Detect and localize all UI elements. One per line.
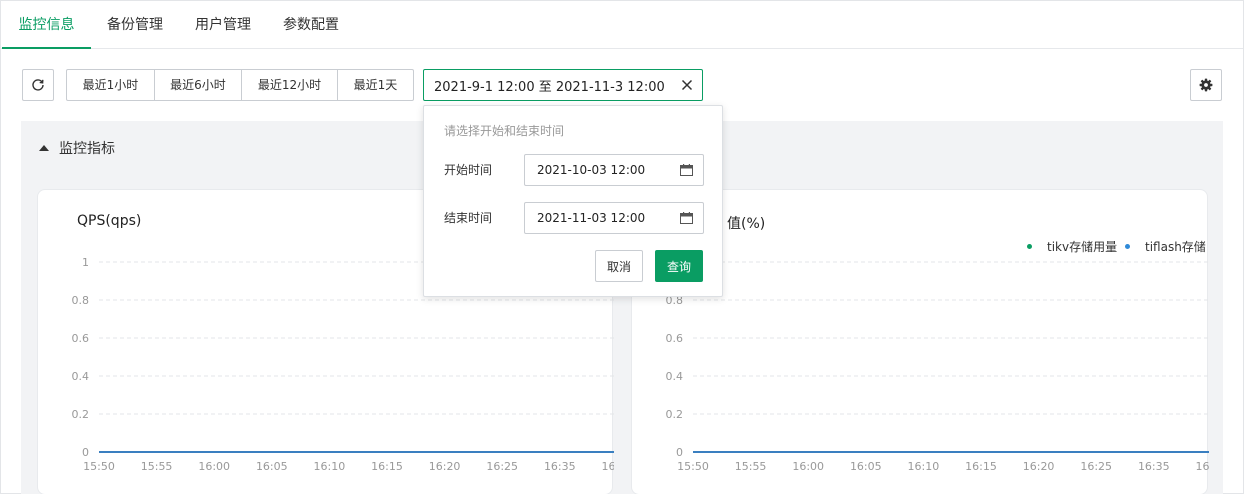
x-tick-label: 16:40 xyxy=(1196,460,1209,473)
start-time-input[interactable]: 2021-10-03 12:00 xyxy=(524,154,704,186)
x-tick-label: 15:55 xyxy=(141,460,173,473)
gear-icon xyxy=(1199,78,1213,92)
start-time-label: 开始时间 xyxy=(444,163,493,177)
y-tick-label: 0.2 xyxy=(72,408,90,421)
x-tick-label: 16:35 xyxy=(544,460,576,473)
calendar-icon[interactable] xyxy=(680,164,693,176)
x-tick-label: 16:05 xyxy=(850,460,882,473)
y-tick-label: 0.6 xyxy=(72,332,90,345)
x-tick-label: 16:00 xyxy=(198,460,230,473)
settings-button[interactable] xyxy=(1190,69,1222,101)
panel-title: 监控指标 xyxy=(59,141,115,157)
active-tab-indicator xyxy=(2,47,91,49)
start-time-value: 2021-10-03 12:00 xyxy=(537,163,646,177)
x-tick-label: 16:15 xyxy=(371,460,403,473)
end-time-value: 2021-11-03 12:00 xyxy=(537,211,646,225)
y-tick-label: 0.6 xyxy=(666,332,684,345)
caret-up-icon xyxy=(39,145,49,151)
refresh-button[interactable] xyxy=(22,69,54,101)
range-12h-button[interactable]: 最近12小时 xyxy=(242,70,338,100)
end-time-input[interactable]: 2021-11-03 12:00 xyxy=(524,202,704,234)
y-tick-label: 0 xyxy=(676,446,683,459)
x-tick-label: 16:25 xyxy=(1080,460,1112,473)
x-tick-label: 16:35 xyxy=(1138,460,1170,473)
x-tick-label: 16:00 xyxy=(792,460,824,473)
x-tick-label: 16:20 xyxy=(429,460,461,473)
tab-params[interactable]: 参数配置 xyxy=(267,1,355,49)
x-tick-label: 16:10 xyxy=(314,460,346,473)
x-tick-label: 16:15 xyxy=(965,460,997,473)
y-tick-label: 0 xyxy=(82,446,89,459)
cancel-button[interactable]: 取消 xyxy=(595,250,643,282)
x-tick-label: 16:25 xyxy=(486,460,518,473)
range-1h-button[interactable]: 最近1小时 xyxy=(67,70,155,100)
quick-range-group: 最近1小时 最近6小时 最近12小时 最近1天 xyxy=(66,69,414,101)
popover-hint: 请选择开始和结束时间 xyxy=(444,124,565,138)
y-tick-label: 0.4 xyxy=(666,370,684,383)
refresh-icon xyxy=(32,79,44,91)
tab-backup[interactable]: 备份管理 xyxy=(91,1,179,49)
x-tick-label: 16:10 xyxy=(908,460,940,473)
tab-bar: 监控信息 备份管理 用户管理 参数配置 xyxy=(1,1,1243,49)
end-time-label: 结束时间 xyxy=(444,211,493,225)
date-range-popover: 请选择开始和结束时间 开始时间 2021-10-03 12:00 结束时间 20… xyxy=(423,105,723,297)
y-tick-label: 0.2 xyxy=(666,408,684,421)
tab-monitoring[interactable]: 监控信息 xyxy=(2,1,91,49)
x-tick-label: 16:05 xyxy=(256,460,288,473)
x-tick-label: 16:20 xyxy=(1023,460,1055,473)
tab-users[interactable]: 用户管理 xyxy=(179,1,267,49)
y-tick-label: 0.4 xyxy=(72,370,90,383)
metrics-panel-header[interactable]: 监控指标 xyxy=(39,137,115,159)
x-tick-label: 15:55 xyxy=(735,460,767,473)
close-icon[interactable] xyxy=(680,78,694,92)
query-button[interactable]: 查询 xyxy=(655,250,703,282)
range-6h-button[interactable]: 最近6小时 xyxy=(155,70,242,100)
range-1d-button[interactable]: 最近1天 xyxy=(338,70,413,100)
x-tick-label: 15:50 xyxy=(83,460,115,473)
calendar-icon[interactable] xyxy=(680,212,693,224)
x-tick-label: 16:40 xyxy=(602,460,614,473)
x-tick-label: 15:50 xyxy=(677,460,709,473)
y-tick-label: 1 xyxy=(82,256,89,269)
date-range-picker[interactable]: 2021-9-1 12:00 至 2021-11-3 12:00 xyxy=(423,69,703,101)
date-range-value: 2021-9-1 12:00 至 2021-11-3 12:00 xyxy=(434,79,665,95)
y-tick-label: 0.8 xyxy=(72,294,90,307)
